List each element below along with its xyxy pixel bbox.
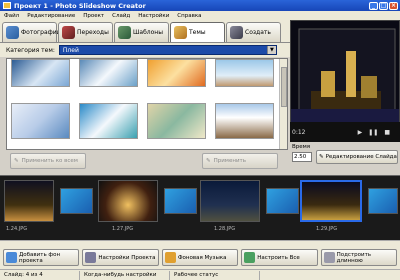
project-settings-button[interactable]: Настройки Проекта <box>82 249 159 266</box>
scrollbar-thumb[interactable] <box>281 67 287 107</box>
slide-label: 1.29.JPG <box>316 226 338 232</box>
time-current: 0:12 <box>292 128 306 136</box>
apply-all-icon: ✎ <box>14 158 19 164</box>
tab-create-label: Создать <box>245 29 271 36</box>
transition-thumb[interactable] <box>60 188 93 214</box>
fit-length-icon <box>323 252 335 263</box>
slide-thumb[interactable] <box>4 180 54 222</box>
category-label: Категория тем: <box>6 46 55 54</box>
slide-thumb[interactable] <box>98 180 158 222</box>
theme-thumb[interactable] <box>79 59 138 87</box>
stop-icon[interactable]: ■ <box>384 129 390 136</box>
preview-controls: 0:12 ▶ ❚❚ ■ <box>290 122 400 142</box>
main-tabs: Фотографии Переходы Шаблоны Темы Создать <box>0 20 290 42</box>
menu-bar: Файл Редактирование Проект Слайд Настрой… <box>0 11 400 20</box>
theme-thumb[interactable] <box>79 103 138 139</box>
filmstrip-scrollbar[interactable] <box>0 240 400 247</box>
tab-templates-label: Шаблоны <box>133 29 163 36</box>
theme-thumb[interactable] <box>215 103 274 139</box>
project-settings-label: Настройки Проекта <box>98 254 156 261</box>
tab-photos-label: Фотографии <box>21 29 61 36</box>
theme-thumb[interactable] <box>147 103 206 139</box>
status-settings: Когда-нибудь настройки <box>80 270 170 280</box>
music-icon <box>164 252 176 263</box>
filmstrip: 1.24.JPG 1.27.JPG 1.28.JPG 1.29.JPG <box>0 175 400 240</box>
menu-slide[interactable]: Слайд <box>112 13 130 19</box>
play-icon[interactable]: ▶ <box>358 129 363 136</box>
apply-label: Применить <box>213 158 246 164</box>
tab-themes[interactable]: Темы <box>170 22 225 42</box>
add-background-button[interactable]: Добавить фон проекта <box>3 249 80 266</box>
slide-label: 1.24.JPG <box>6 226 28 232</box>
transition-thumb[interactable] <box>164 188 197 214</box>
settings-all-icon <box>244 252 256 263</box>
duration-label: Время <box>292 144 311 150</box>
apply-all-button[interactable]: ✎ Применить ко всем <box>10 153 86 169</box>
tab-transitions[interactable]: Переходы <box>58 22 113 42</box>
background-music-button[interactable]: Фоновая Музыка <box>161 249 239 266</box>
category-row: Категория тем: Плей ▼ <box>0 42 290 57</box>
photos-icon <box>6 26 19 39</box>
project-settings-icon <box>85 252 97 263</box>
slide-label: 1.28.JPG <box>214 226 236 232</box>
fit-length-label: Подстроить длинною <box>336 251 372 264</box>
status-bar: Слайд: 4 из 4 Когда-нибудь настройки Раб… <box>0 269 400 280</box>
menu-edit[interactable]: Редактирование <box>27 13 75 19</box>
edit-slide-label: Редактирование Слайда <box>325 154 397 160</box>
menu-settings[interactable]: Настройки <box>138 13 169 19</box>
category-value: Плей <box>62 46 79 54</box>
menu-help[interactable]: Справка <box>177 13 201 19</box>
slide-thumb-selected[interactable] <box>300 180 362 222</box>
window-title: Проект 1 - Photo Slideshow Creator <box>14 1 146 10</box>
slide-duration-panel: Время 2.50 ✎ Редактирование Слайда <box>292 144 400 172</box>
theme-thumb[interactable] <box>11 59 70 87</box>
tab-transitions-label: Переходы <box>77 29 109 36</box>
app-icon <box>3 2 11 9</box>
slide-thumb[interactable] <box>200 180 260 222</box>
transition-thumb[interactable] <box>368 188 398 214</box>
add-background-label: Добавить фон проекта <box>19 251 61 264</box>
transitions-icon <box>62 26 75 39</box>
chevron-down-icon[interactable]: ▼ <box>266 46 276 54</box>
status-slide: Слайд: 4 из 4 <box>0 270 80 280</box>
menu-project[interactable]: Проект <box>83 13 104 19</box>
theme-actions: ✎ Применить ко всем ✎ Применить <box>6 153 288 170</box>
apply-button[interactable]: ✎ Применить <box>202 153 278 169</box>
tab-templates[interactable]: Шаблоны <box>114 22 169 42</box>
category-select[interactable]: Плей ▼ <box>58 45 277 55</box>
background-icon <box>6 252 17 263</box>
title-bar: Проект 1 - Photo Slideshow Creator _ □ × <box>0 0 400 11</box>
slide-label: 1.27.JPG <box>112 226 134 232</box>
apply-all-label: Применить ко всем <box>21 158 78 164</box>
theme-thumb[interactable] <box>11 103 70 139</box>
edit-slide-icon: ✎ <box>319 154 324 160</box>
transition-thumb[interactable] <box>266 188 299 214</box>
minimize-button[interactable]: _ <box>369 1 378 10</box>
menu-file[interactable]: Файл <box>4 13 19 19</box>
apply-icon: ✎ <box>206 158 211 164</box>
preview-image <box>291 21 399 123</box>
pause-icon[interactable]: ❚❚ <box>368 129 378 136</box>
duration-input[interactable]: 2.50 <box>292 152 312 162</box>
adjust-all-label: Настроить Все <box>257 254 300 261</box>
tab-create[interactable]: Создать <box>226 22 281 42</box>
tab-themes-label: Темы <box>189 29 206 36</box>
themes-icon <box>174 26 187 39</box>
tab-photos[interactable]: Фотографии <box>2 22 61 42</box>
create-icon <box>230 26 243 39</box>
templates-icon <box>118 26 131 39</box>
background-music-label: Фоновая Музыка <box>177 254 227 261</box>
bottom-toolbar: Добавить фон проекта Настройки Проекта Ф… <box>0 247 400 269</box>
edit-slide-button[interactable]: ✎ Редактирование Слайда <box>316 150 398 164</box>
themes-scrollbar[interactable] <box>279 59 287 149</box>
adjust-all-button[interactable]: Настроить Все <box>241 249 318 266</box>
theme-thumb[interactable] <box>215 59 274 87</box>
fit-length-button[interactable]: Подстроить длинною <box>320 249 398 266</box>
themes-panel <box>6 58 288 150</box>
close-button[interactable]: × <box>389 1 398 10</box>
theme-thumb[interactable] <box>147 59 206 87</box>
maximize-button[interactable]: □ <box>379 1 388 10</box>
status-state: Рабочее статус <box>170 270 260 280</box>
